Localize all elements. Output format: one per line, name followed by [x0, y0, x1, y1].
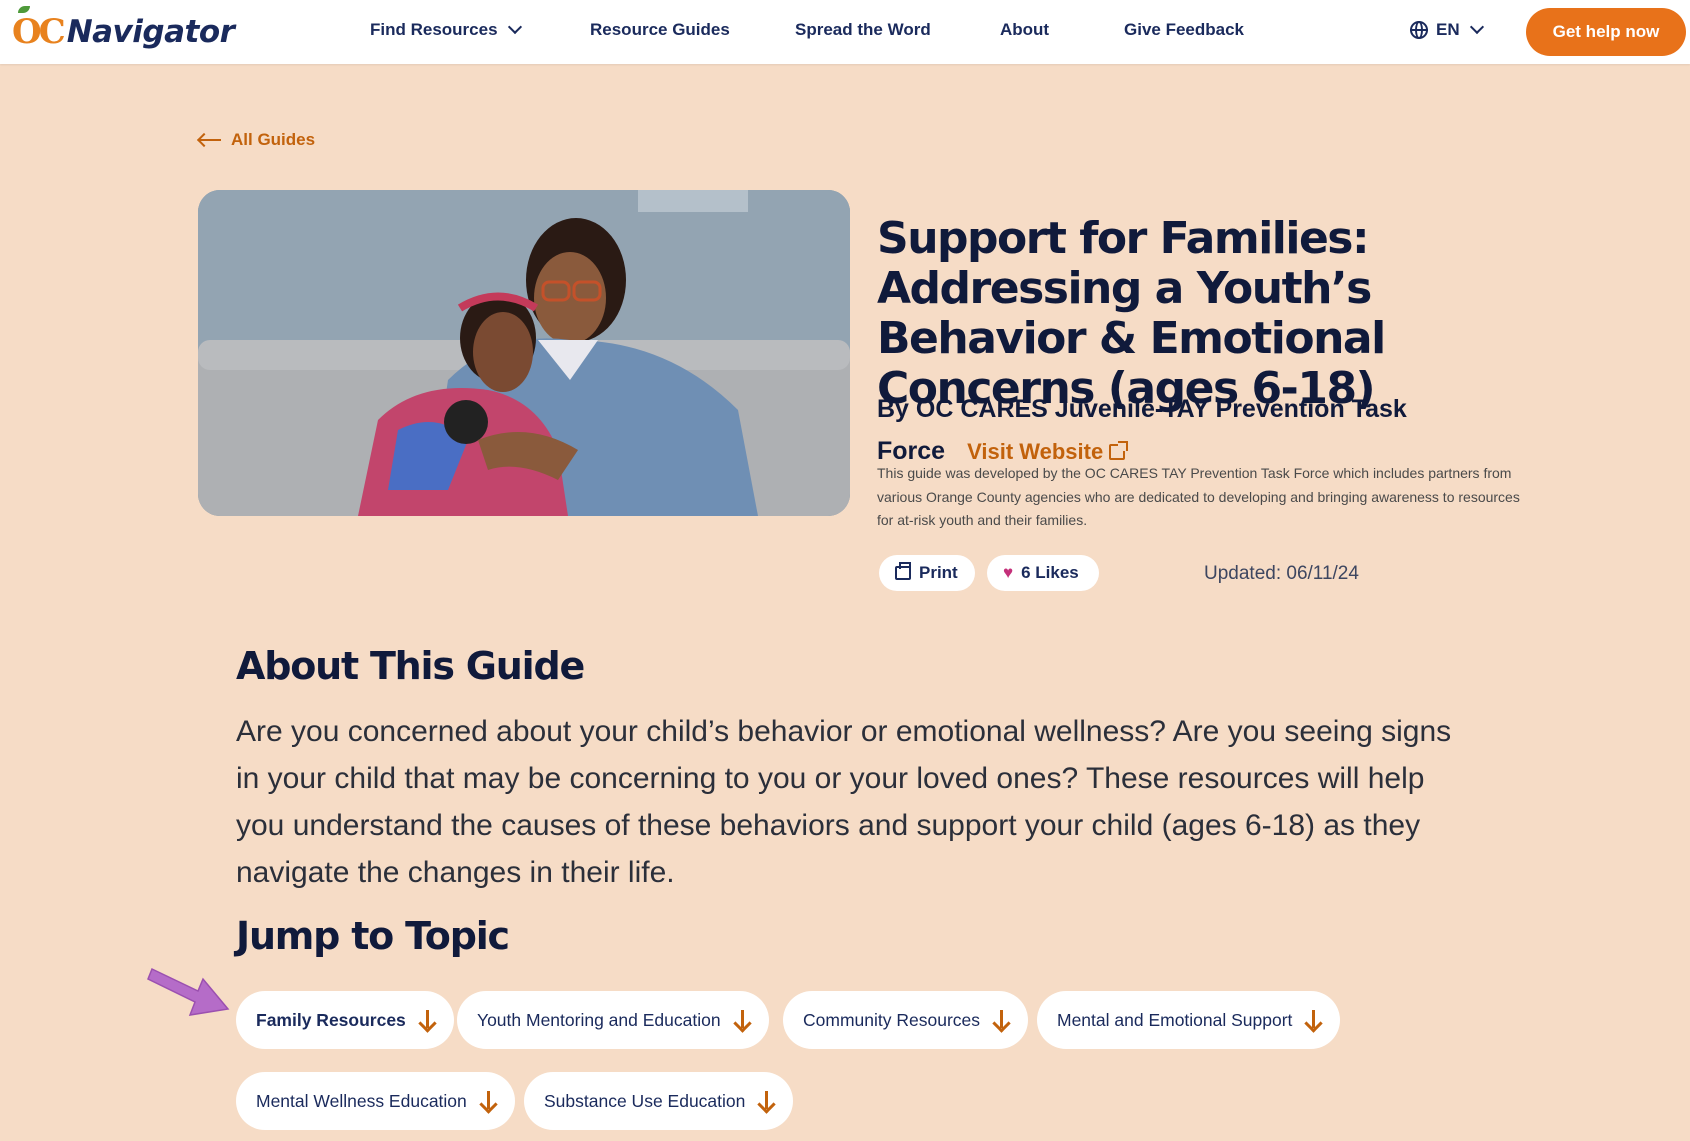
nav-give-feedback[interactable]: Give Feedback: [1124, 20, 1244, 40]
print-button[interactable]: Print: [879, 555, 975, 591]
guide-description: This guide was developed by the OC CARES…: [877, 465, 1520, 528]
get-help-now-button[interactable]: Get help now: [1526, 8, 1686, 56]
topic-mental-wellness-education[interactable]: Mental Wellness Education: [236, 1072, 515, 1130]
chevron-down-icon: [507, 19, 522, 35]
site-logo[interactable]: OC Navigator: [12, 6, 235, 56]
arrow-down-icon: [481, 1091, 495, 1111]
likes-button[interactable]: ♥ 6 Likes: [987, 555, 1099, 591]
about-heading: About This Guide: [236, 644, 585, 688]
arrow-left-icon: [197, 133, 221, 147]
arrow-down-icon: [759, 1091, 773, 1111]
topic-label: Youth Mentoring and Education: [477, 1009, 721, 1030]
print-label: Print: [919, 563, 958, 582]
topic-family-resources[interactable]: Family Resources: [236, 991, 454, 1049]
topic-label: Substance Use Education: [544, 1090, 746, 1111]
external-link-icon: [1109, 441, 1129, 460]
topic-label: Mental and Emotional Support: [1057, 1009, 1293, 1030]
site-header: OC Navigator Find Resources Resource Gui…: [0, 0, 1690, 64]
visit-website-link[interactable]: Visit Website: [967, 439, 1129, 464]
updated-date: Updated: 06/11/24: [1204, 563, 1359, 584]
globe-icon: [1410, 21, 1428, 39]
likes-label: 6 Likes: [1021, 563, 1079, 582]
logo-mark: OC: [12, 6, 66, 52]
nav-find-resources-label: Find Resources: [370, 20, 498, 39]
topic-substance-use-education[interactable]: Substance Use Education: [524, 1072, 794, 1130]
printer-icon: [895, 562, 911, 580]
all-guides-label: All Guides: [231, 130, 316, 149]
about-body: Are you concerned about your child’s beh…: [236, 715, 1452, 889]
topic-youth-mentoring[interactable]: Youth Mentoring and Education: [457, 991, 769, 1049]
guide-hero-image: [198, 190, 850, 516]
nav-find-resources[interactable]: Find Resources: [370, 19, 522, 40]
topic-label: Community Resources: [803, 1009, 980, 1030]
guide-byline: By OC CARES Juvenile-TAY Prevention Task…: [877, 388, 1537, 473]
nav-resource-guides[interactable]: Resource Guides: [590, 20, 730, 40]
all-guides-link[interactable]: All Guides: [197, 130, 315, 150]
guide-author: By OC CARES Juvenile-TAY Prevention Task…: [877, 395, 1407, 465]
heart-icon: ♥: [1003, 563, 1014, 582]
nav-spread-the-word[interactable]: Spread the Word: [795, 20, 931, 40]
topic-label: Family Resources: [256, 1009, 406, 1030]
logo-text: Navigator: [66, 14, 235, 50]
language-selector[interactable]: EN: [1410, 19, 1484, 40]
topic-community-resources[interactable]: Community Resources: [783, 991, 1028, 1049]
visit-website-label: Visit Website: [967, 439, 1104, 464]
arrow-down-icon: [994, 1010, 1008, 1030]
topic-label: Mental Wellness Education: [256, 1090, 467, 1111]
nav-about[interactable]: About: [1000, 20, 1049, 40]
arrow-down-icon: [420, 1010, 434, 1030]
jump-to-topic-heading: Jump to Topic: [236, 914, 510, 958]
topic-mental-emotional-support[interactable]: Mental and Emotional Support: [1037, 991, 1341, 1049]
chevron-down-icon: [1469, 19, 1484, 35]
language-label: EN: [1436, 20, 1460, 39]
guide-title: Support for Families: Addressing a Youth…: [877, 213, 1386, 414]
arrow-down-icon: [1306, 1010, 1320, 1030]
arrow-down-icon: [735, 1010, 749, 1030]
annotation-arrow-icon: [147, 967, 230, 1016]
